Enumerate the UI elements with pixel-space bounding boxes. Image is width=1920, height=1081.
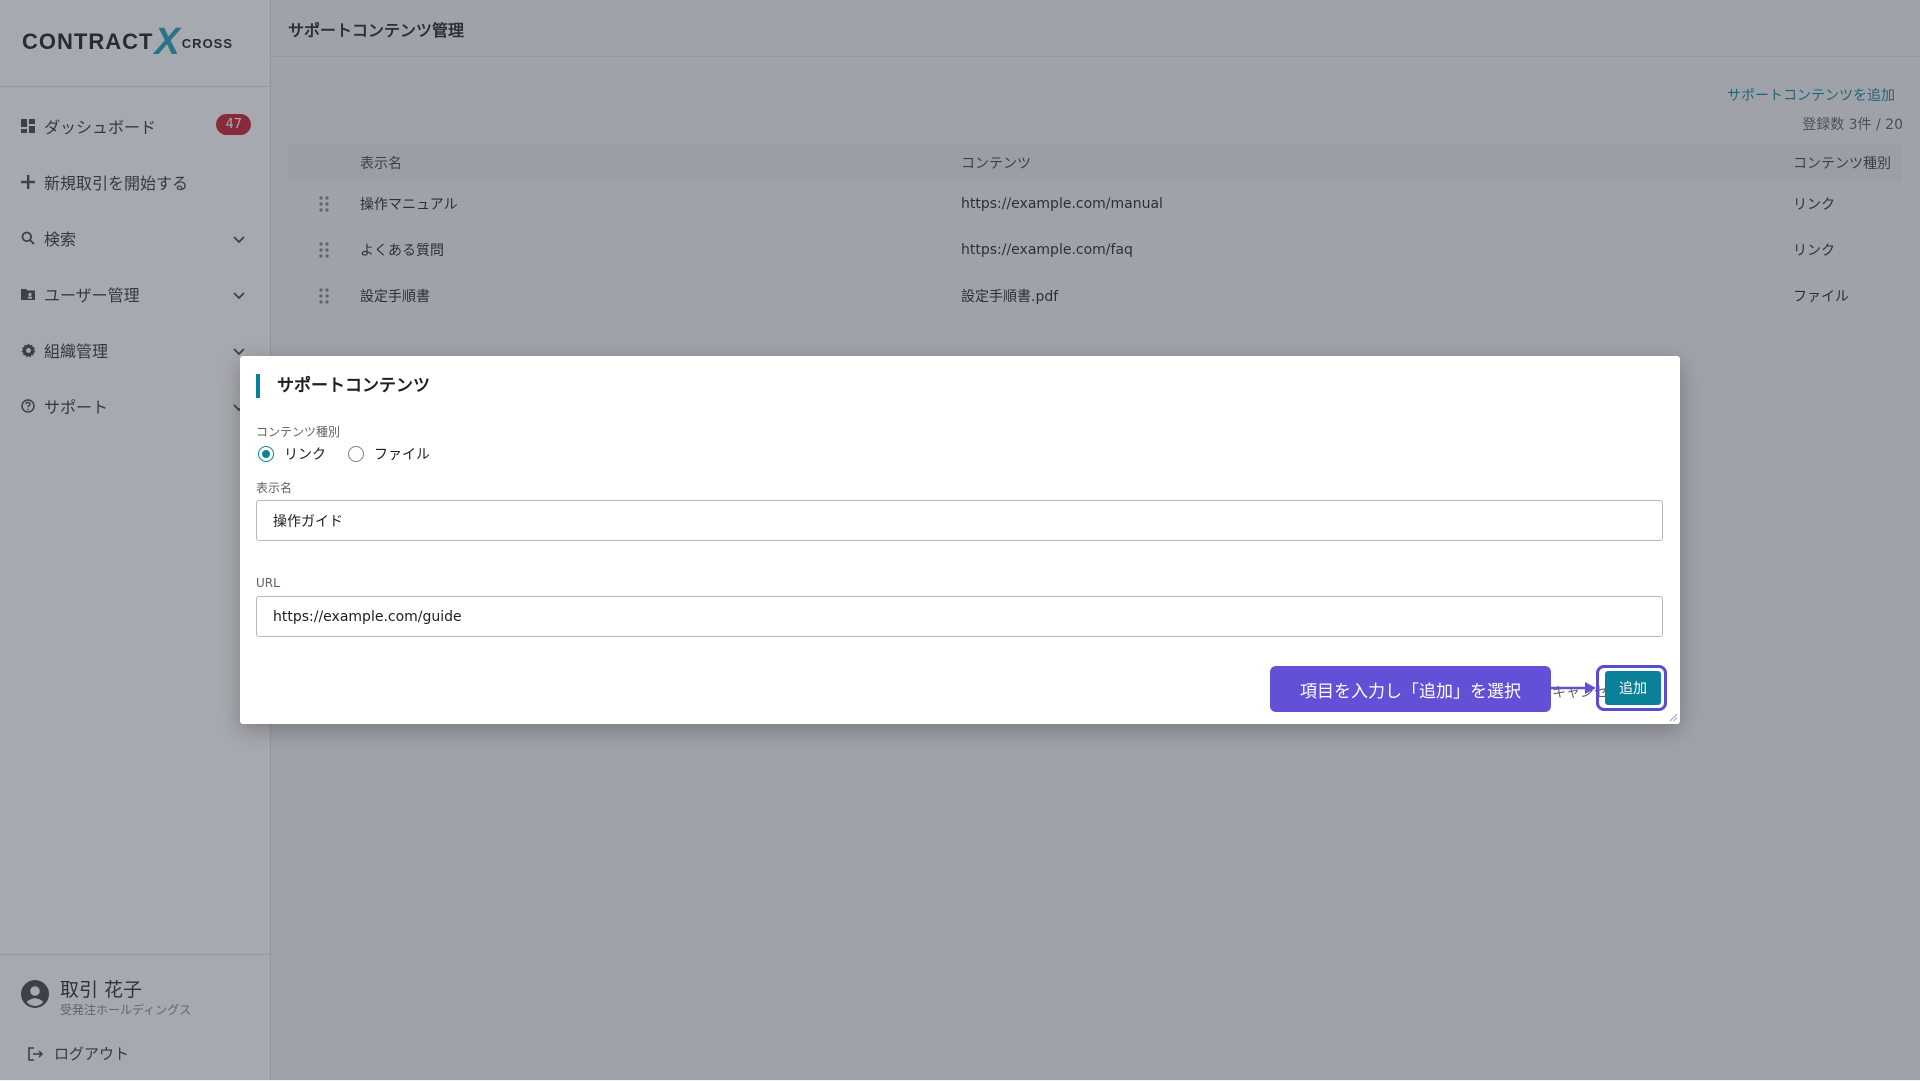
display-name-label: 表示名 <box>256 481 293 495</box>
radio-checked-icon <box>258 446 274 462</box>
add-button[interactable]: 追加 <box>1605 671 1661 705</box>
callout-arrow-icon <box>1551 682 1596 694</box>
resize-grip-icon[interactable] <box>1668 712 1678 722</box>
url-input[interactable] <box>256 596 1663 637</box>
radio-link-label: リンク <box>284 447 326 463</box>
display-name-input[interactable] <box>256 500 1663 541</box>
radio-file[interactable]: ファイル <box>348 444 430 464</box>
support-content-modal: サポートコンテンツ コンテンツ種別 リンク ファイル 表示名 URL キャンセル… <box>240 356 1680 724</box>
radio-link[interactable]: リンク <box>258 444 326 464</box>
url-label: URL <box>256 576 280 590</box>
radio-file-label: ファイル <box>374 447 430 463</box>
content-type-radio-group: リンク ファイル <box>258 444 452 464</box>
modal-title: サポートコンテンツ <box>256 374 430 398</box>
radio-unchecked-icon <box>348 446 364 462</box>
content-type-label: コンテンツ種別 <box>256 425 341 439</box>
instruction-callout: 項目を入力し「追加」を選択 <box>1270 666 1551 712</box>
